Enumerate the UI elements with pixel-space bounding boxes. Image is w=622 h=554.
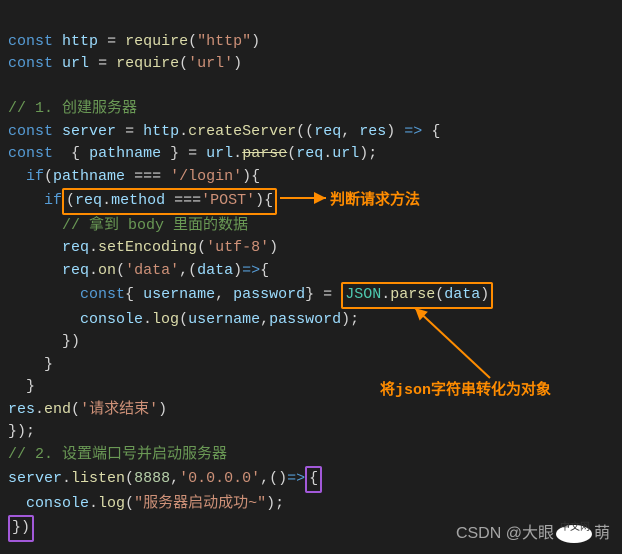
comment: // 1. 创建服务器 [8,100,137,117]
code-block: const http = require("http") const url =… [8,8,614,542]
highlight-box-condition: (req.method ==='POST'){ [62,188,277,215]
highlight-box-json-parse: JSON.parse(data) [341,282,493,309]
annotation-label: 判断请求方法 [330,190,420,213]
identifier: http [62,33,98,50]
call: require [125,33,188,50]
annotation-label: 将json字符串转化为对象 [380,380,551,403]
keyword: const [8,33,53,50]
watermark: CSDN @大眼中文网萌 [456,522,610,546]
bracket-match-box: { [305,466,322,493]
bracket-match-box: }) [8,515,34,542]
comment: // 2. 设置端口号并启动服务器 [8,446,227,463]
comment: // 拿到 body 里面的数据 [62,217,248,234]
